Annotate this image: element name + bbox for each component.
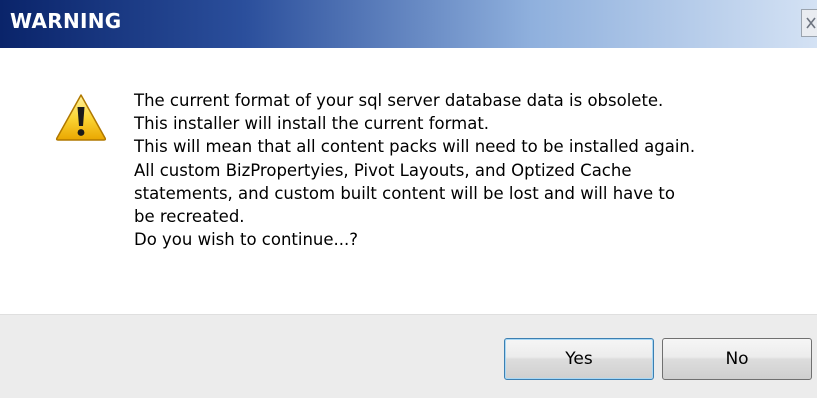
warning-icon [55, 94, 107, 141]
message-line: be recreated. [134, 207, 245, 227]
message-area: The current format of your sql server da… [0, 48, 817, 314]
message-line: This will mean that all content packs wi… [134, 137, 696, 157]
close-button[interactable] [801, 9, 817, 37]
message-line: All custom BizPropertyies, Pivot Layouts… [134, 160, 632, 180]
no-button[interactable]: No [662, 338, 812, 380]
message-line: statements, and custom built content wil… [134, 183, 675, 203]
title-bar: WARNING [0, 0, 817, 48]
message-line: The current format of your sql server da… [134, 91, 664, 110]
message-line: This installer will install the current … [134, 114, 490, 134]
message-text: The current format of your sql server da… [134, 89, 804, 251]
message-line: Do you wish to continue...? [134, 230, 359, 250]
yes-button[interactable]: Yes [504, 338, 654, 380]
window-title: WARNING [10, 9, 122, 33]
close-icon [806, 17, 816, 29]
warning-dialog: WARNING The current format of your sql s… [0, 0, 817, 398]
